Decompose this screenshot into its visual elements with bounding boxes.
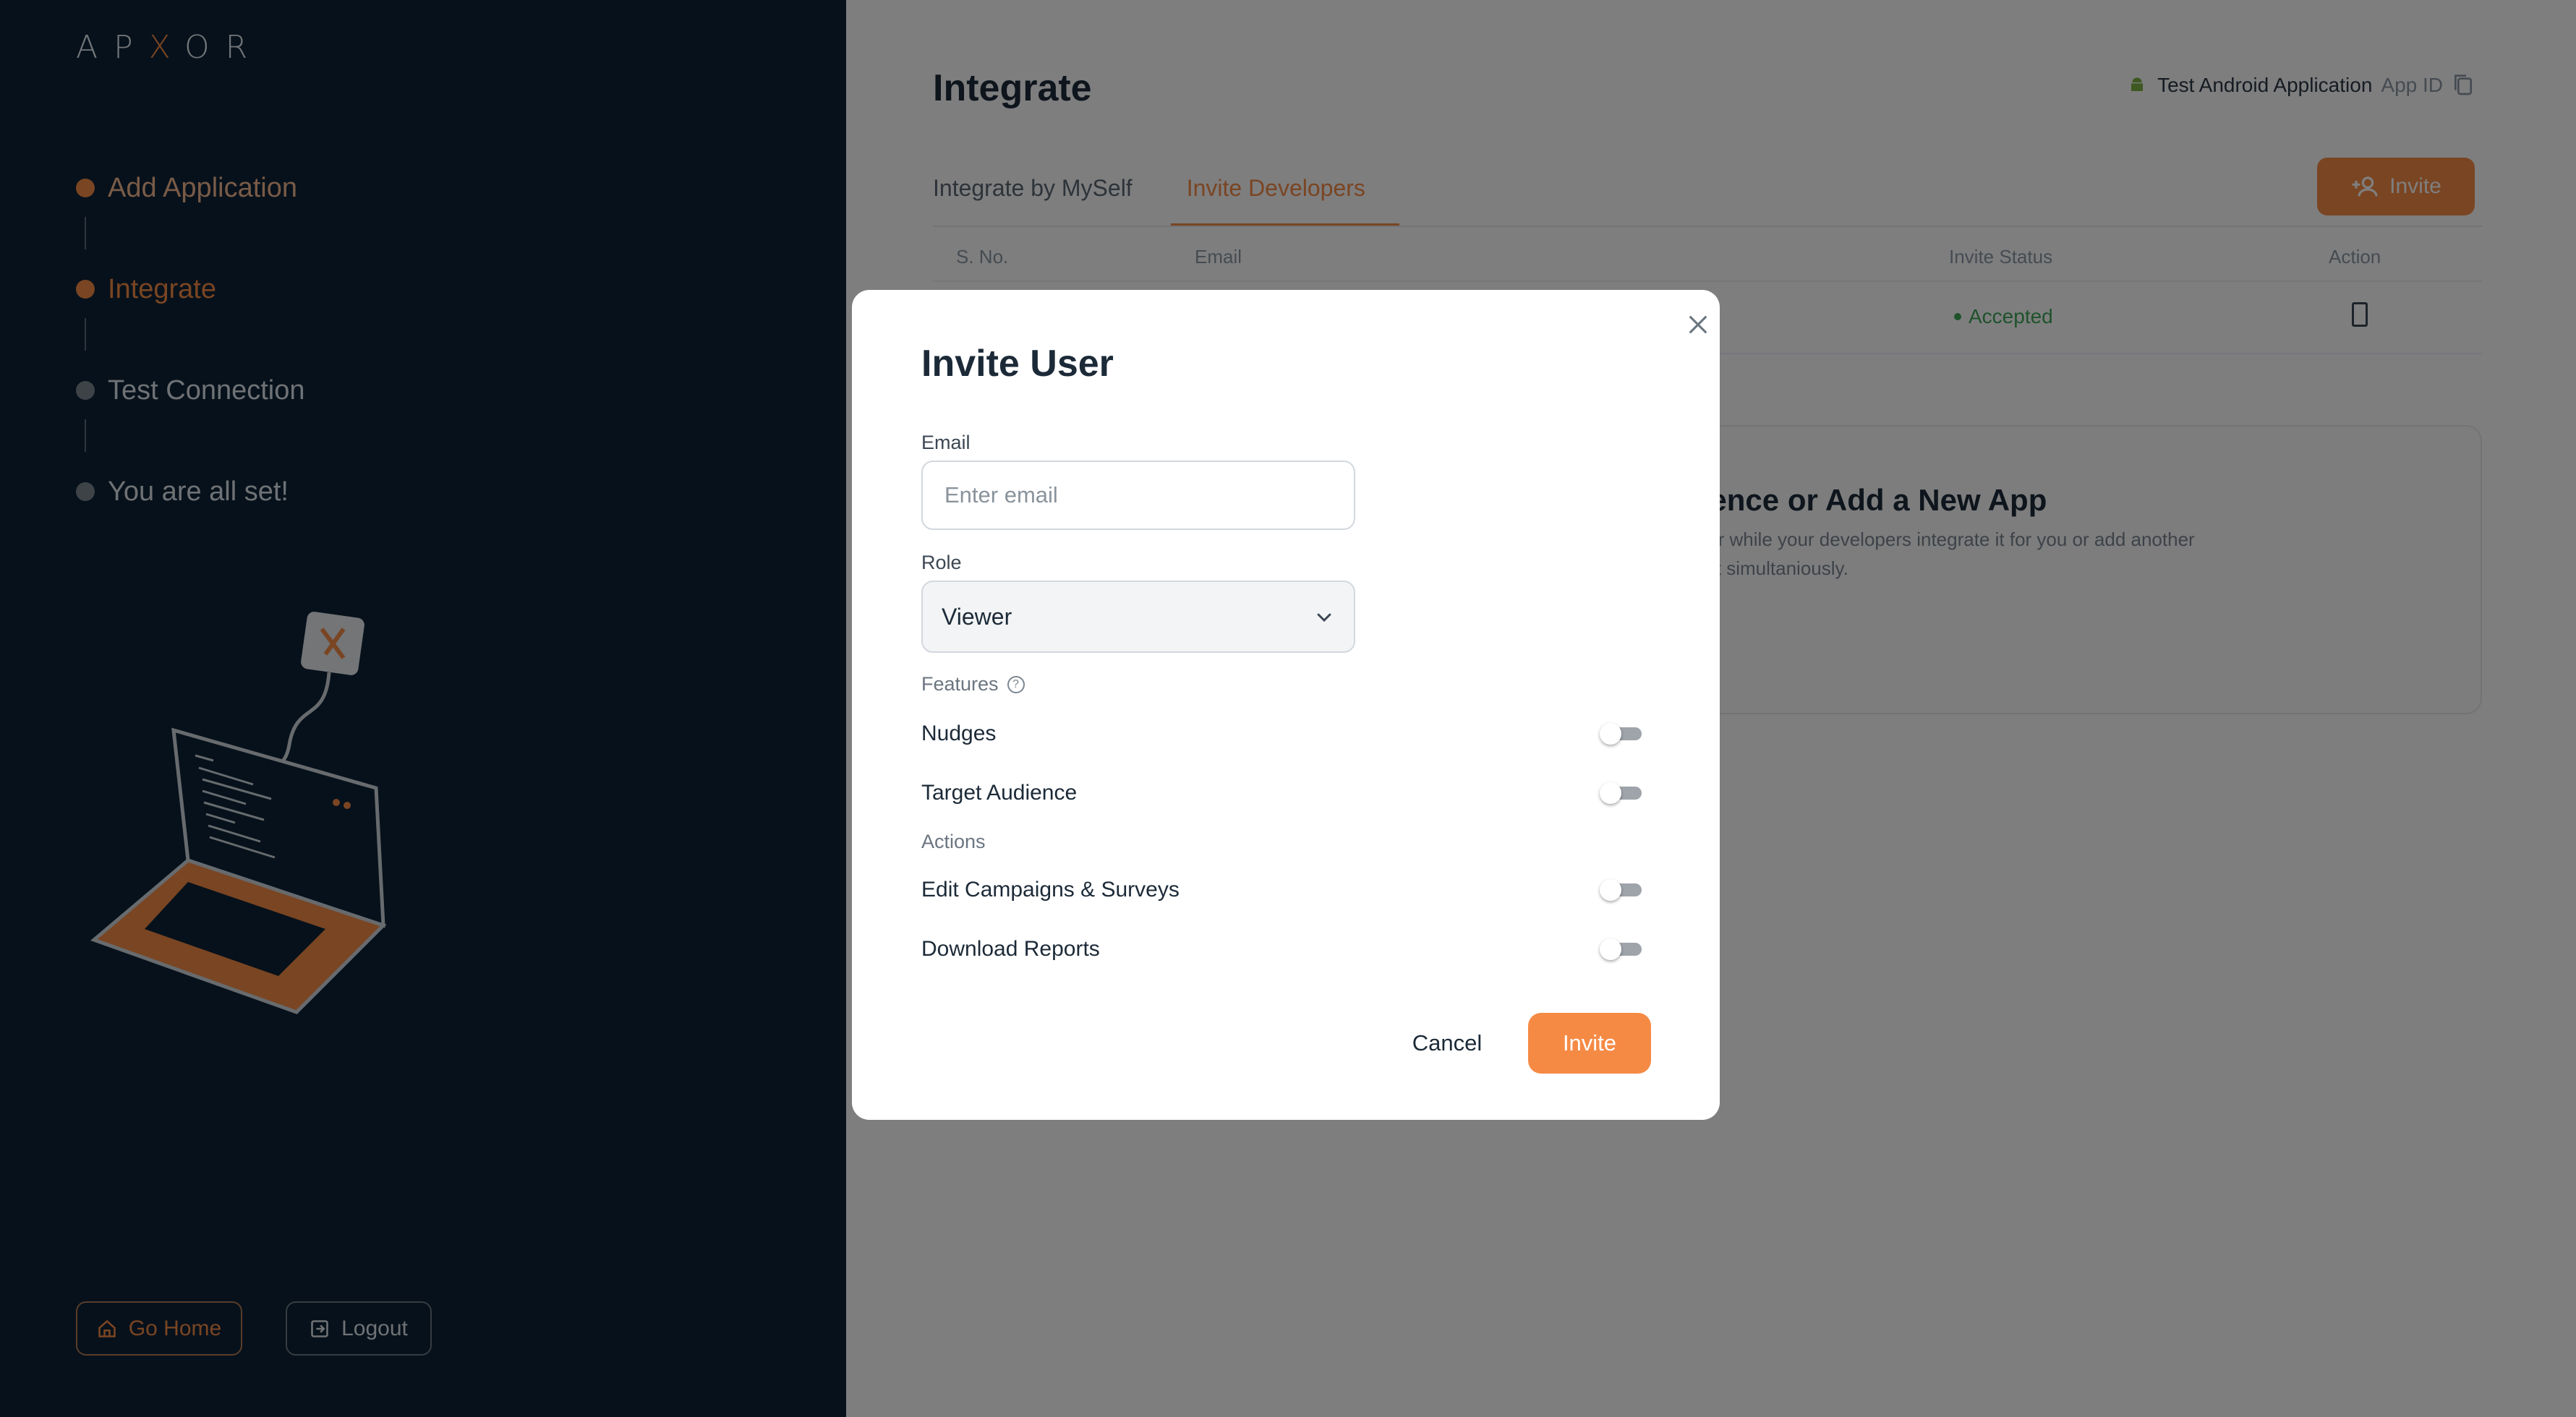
features-heading: Features ? — [921, 673, 1025, 695]
action-row-edit-campaigns: Edit Campaigns & Surveys — [921, 872, 1645, 908]
role-select[interactable]: Viewer — [921, 581, 1355, 653]
nudges-toggle[interactable] — [1600, 723, 1645, 745]
toggle-knob — [1600, 723, 1621, 745]
invite-submit-button[interactable]: Invite — [1528, 1013, 1651, 1074]
close-icon — [1689, 315, 1707, 334]
features-label: Features — [921, 673, 999, 695]
help-icon[interactable]: ? — [1007, 675, 1025, 693]
edit-campaigns-toggle[interactable] — [1600, 879, 1645, 901]
toggle-knob — [1600, 938, 1621, 960]
email-input[interactable]: Enter email — [921, 461, 1355, 530]
action-row-download-reports: Download Reports — [921, 931, 1645, 967]
target-audience-toggle[interactable] — [1600, 782, 1645, 804]
dialog-title: Invite User — [921, 343, 1114, 385]
download-reports-toggle[interactable] — [1600, 938, 1645, 960]
role-label: Role — [921, 552, 962, 573]
chevron-down-icon — [1317, 613, 1331, 622]
feature-row-target-audience: Target Audience — [921, 775, 1645, 811]
email-placeholder: Enter email — [944, 482, 1058, 508]
action-label: Download Reports — [921, 937, 1100, 961]
feature-label: Nudges — [921, 722, 997, 745]
action-label: Edit Campaigns & Surveys — [921, 878, 1180, 902]
feature-row-nudges: Nudges — [921, 716, 1645, 752]
invite-user-dialog: Invite User Email Enter email Role Viewe… — [852, 290, 1720, 1120]
role-value: Viewer — [942, 603, 1012, 630]
toggle-knob — [1600, 782, 1621, 804]
feature-label: Target Audience — [921, 781, 1078, 805]
cancel-button[interactable]: Cancel — [1400, 1013, 1494, 1074]
close-button[interactable] — [1678, 304, 1718, 345]
email-label: Email — [921, 432, 971, 453]
actions-heading: Actions — [921, 831, 986, 852]
toggle-knob — [1600, 879, 1621, 901]
